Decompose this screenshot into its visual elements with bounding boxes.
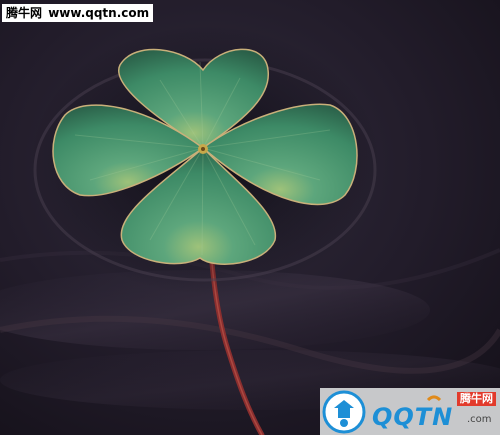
brand-en: QQTN bbox=[372, 403, 454, 431]
brand-com: .com bbox=[467, 414, 492, 425]
top-watermark: 腾牛网 www.qqtn.com bbox=[2, 4, 154, 22]
image-canvas: 腾牛网 www.qqtn.com 腾牛网 QQTN .com bbox=[0, 0, 500, 435]
watermark-cn: 腾牛网 bbox=[6, 6, 43, 20]
watermark-site: www.qqtn.com bbox=[48, 6, 150, 20]
clover-photo bbox=[0, 0, 500, 435]
brand-cn: 腾牛网 bbox=[457, 392, 496, 406]
brand-logo-watermark: 腾牛网 QQTN .com bbox=[320, 388, 500, 435]
